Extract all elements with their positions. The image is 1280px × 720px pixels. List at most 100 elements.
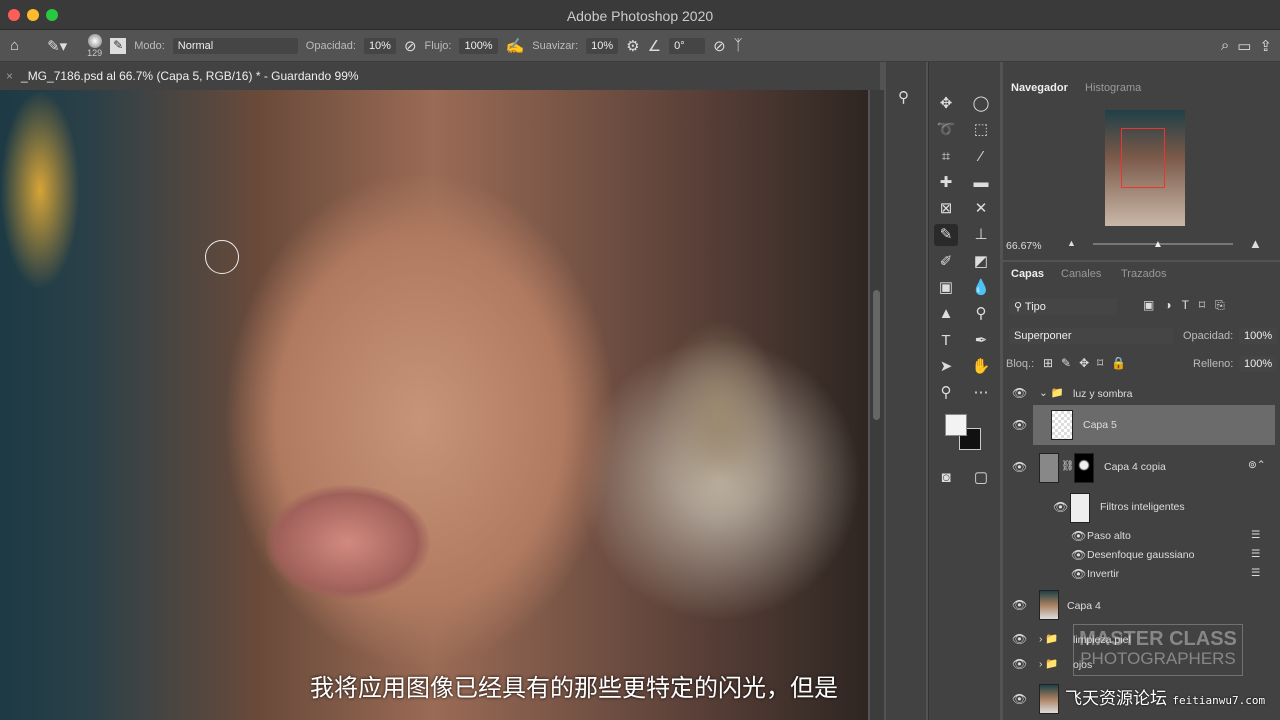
zoom-tool-icon[interactable]: ⚲ (934, 382, 958, 404)
crop-tool-icon[interactable]: ⌗ (934, 146, 958, 168)
more-tools-icon[interactable]: ⋯ (969, 382, 993, 404)
marquee-tool-icon[interactable]: ◯ (969, 93, 993, 115)
angle-icon: ∠ (647, 37, 662, 55)
workspace-icon[interactable]: ▭ (1237, 37, 1251, 55)
pressure-opacity-icon[interactable]: ⊘ (404, 37, 417, 55)
opacity-input[interactable]: 10% (363, 37, 396, 54)
folder-icon: › 📁 (1039, 658, 1059, 670)
filter-options-icon[interactable]: ☰ (1251, 529, 1260, 541)
home-icon[interactable]: ⌂ (10, 37, 19, 54)
airbrush-icon[interactable]: ✍ (506, 37, 525, 55)
tab-channels[interactable]: Canales (1061, 268, 1101, 280)
fill-input[interactable]: 100% (1239, 356, 1278, 372)
visibility-eye-icon[interactable]: 👁 (1012, 657, 1027, 671)
frame-tool-icon[interactable]: ⊠ (934, 198, 958, 220)
search-icon[interactable]: ⌕ (1221, 37, 1229, 54)
navigator-view-box[interactable] (1121, 128, 1165, 188)
pressure-size-icon[interactable]: ⊘ (713, 37, 726, 55)
layer-row-group[interactable]: 👁 ⌄ 📁 luz y sombra (1003, 382, 1275, 404)
mode-select[interactable]: Normal (172, 37, 298, 54)
minimize-window-button[interactable] (27, 9, 39, 21)
blur-tool-icon[interactable]: 💧 (969, 277, 993, 299)
pen-tool-icon[interactable]: ✒ (969, 330, 993, 352)
visibility-eye-icon[interactable]: 👁 (1012, 598, 1027, 612)
visibility-eye-icon[interactable]: 👁 (1012, 386, 1027, 400)
layer-row-selected[interactable]: Capa 5 (1033, 405, 1275, 445)
screen-mode-icon[interactable]: ▢ (969, 467, 993, 489)
path-select-icon[interactable]: ➤ (934, 356, 958, 378)
earring (655, 320, 785, 520)
blend-mode-select[interactable]: Superponer (1009, 328, 1173, 344)
type-tool-icon[interactable]: T (934, 330, 958, 352)
content-move-icon[interactable]: ✕ (969, 198, 993, 220)
layer-row-smart[interactable]: 👁 ⛓ Capa 4 copia ⊚⌃ (1003, 449, 1275, 485)
brush-preset-picker[interactable]: 129 (87, 33, 102, 58)
quick-mask-icon[interactable]: ◙ (934, 467, 958, 489)
visibility-eye-icon[interactable]: 👁 (1071, 548, 1086, 562)
visibility-eye-icon[interactable]: 👁 (1053, 500, 1068, 514)
dodge-tool-icon[interactable]: ⚲ (969, 303, 993, 325)
filter-options-icon[interactable]: ☰ (1251, 567, 1260, 579)
layer-opacity-input[interactable]: 100% (1239, 328, 1278, 344)
visibility-eye-icon[interactable]: 👁 (1012, 692, 1027, 706)
navigator-thumbnail[interactable] (1105, 110, 1185, 226)
share-icon[interactable]: ⇪ (1259, 37, 1272, 55)
ruler-icon[interactable]: ▬ (969, 172, 993, 194)
healing-brush-icon[interactable]: ✚ (934, 172, 958, 194)
zoom-out-icon[interactable]: ▲ (1067, 238, 1076, 248)
tab-layers[interactable]: Capas (1011, 268, 1044, 280)
lasso-tool-icon[interactable]: ➰ (934, 119, 958, 141)
layer-row[interactable]: 👁 Capa 4 (1003, 588, 1275, 622)
filter-row[interactable]: 👁 Desenfoque gaussiano ☰ (1003, 546, 1275, 566)
gradient-tool-icon[interactable]: ▣ (934, 277, 958, 299)
hand-tool-icon[interactable]: ✋ (969, 356, 993, 378)
folder-icon: › 📁 (1039, 633, 1059, 645)
object-select-icon[interactable]: ⬚ (969, 119, 993, 141)
filter-row[interactable]: 👁 Invertir ☰ (1003, 565, 1275, 585)
close-window-button[interactable] (8, 9, 20, 21)
properties-panel-icon[interactable]: ⚲ (898, 88, 909, 106)
image-canvas[interactable] (0, 90, 868, 720)
symmetry-icon[interactable]: ᛉ (734, 37, 743, 54)
filter-row[interactable]: 👁 Paso alto ☰ (1003, 527, 1275, 547)
brush-tool-icon[interactable]: ✎ (934, 224, 958, 246)
stamp-tool-icon[interactable]: ⊥ (969, 224, 993, 246)
maximize-window-button[interactable] (46, 9, 58, 21)
history-brush-icon[interactable]: ✐ (934, 251, 958, 273)
zoom-slider-handle[interactable]: ▲ (1153, 239, 1163, 250)
visibility-eye-icon[interactable]: 👁 (1071, 567, 1086, 581)
layer-mask-thumbnail[interactable] (1074, 453, 1094, 483)
lock-icons[interactable]: ⊞✎✥⌑🔒 (1043, 356, 1134, 370)
layer-filter-select[interactable]: ⚲ Tipo (1009, 298, 1117, 315)
angle-input[interactable]: 0° (669, 37, 706, 54)
move-tool-icon[interactable]: ✥ (934, 93, 958, 115)
gear-icon[interactable]: ⚙ (626, 37, 639, 55)
brush-settings-icon[interactable]: ✎ (110, 37, 127, 54)
flow-input[interactable]: 100% (459, 37, 498, 54)
layer-thumbnail (1039, 684, 1059, 714)
eraser-icon[interactable]: ◩ (969, 251, 993, 273)
tab-navigator[interactable]: Navegador (1011, 82, 1068, 94)
navigator-zoom-value[interactable]: 66.67% (1006, 240, 1042, 252)
sharpen-tool-icon[interactable]: ▲ (934, 303, 958, 325)
scrollbar-thumb[interactable] (873, 290, 880, 420)
visibility-eye-icon[interactable]: 👁 (1012, 460, 1027, 474)
zoom-slider[interactable] (1093, 243, 1233, 245)
visibility-eye-icon[interactable]: 👁 (1012, 632, 1027, 646)
brush-tool-icon[interactable]: ✎▾ (47, 37, 67, 55)
link-icon[interactable]: ⛓ (1061, 459, 1074, 472)
tab-histogram[interactable]: Histograma (1085, 82, 1141, 94)
foreground-color-swatch[interactable] (945, 414, 967, 436)
layer-filter-icons[interactable]: ▣◑T⌑⎘ (1143, 298, 1235, 313)
visibility-eye-icon[interactable]: 👁 (1071, 529, 1086, 543)
zoom-in-icon[interactable]: ▲ (1249, 236, 1262, 251)
smooth-input[interactable]: 10% (586, 37, 619, 54)
close-tab-icon[interactable]: × (6, 69, 13, 83)
filter-options-icon[interactable]: ☰ (1251, 548, 1260, 560)
document-tab-title: _MG_7186.psd al 66.7% (Capa 5, RGB/16) *… (21, 69, 359, 83)
eyedropper-icon[interactable]: ⁄ (969, 146, 993, 168)
document-tab[interactable]: × _MG_7186.psd al 66.7% (Capa 5, RGB/16) … (0, 62, 880, 90)
visibility-eye-icon[interactable]: 👁 (1012, 418, 1027, 432)
tab-paths[interactable]: Trazados (1121, 268, 1166, 280)
smart-filters-row[interactable]: 👁 Filtros inteligentes (1003, 490, 1275, 524)
